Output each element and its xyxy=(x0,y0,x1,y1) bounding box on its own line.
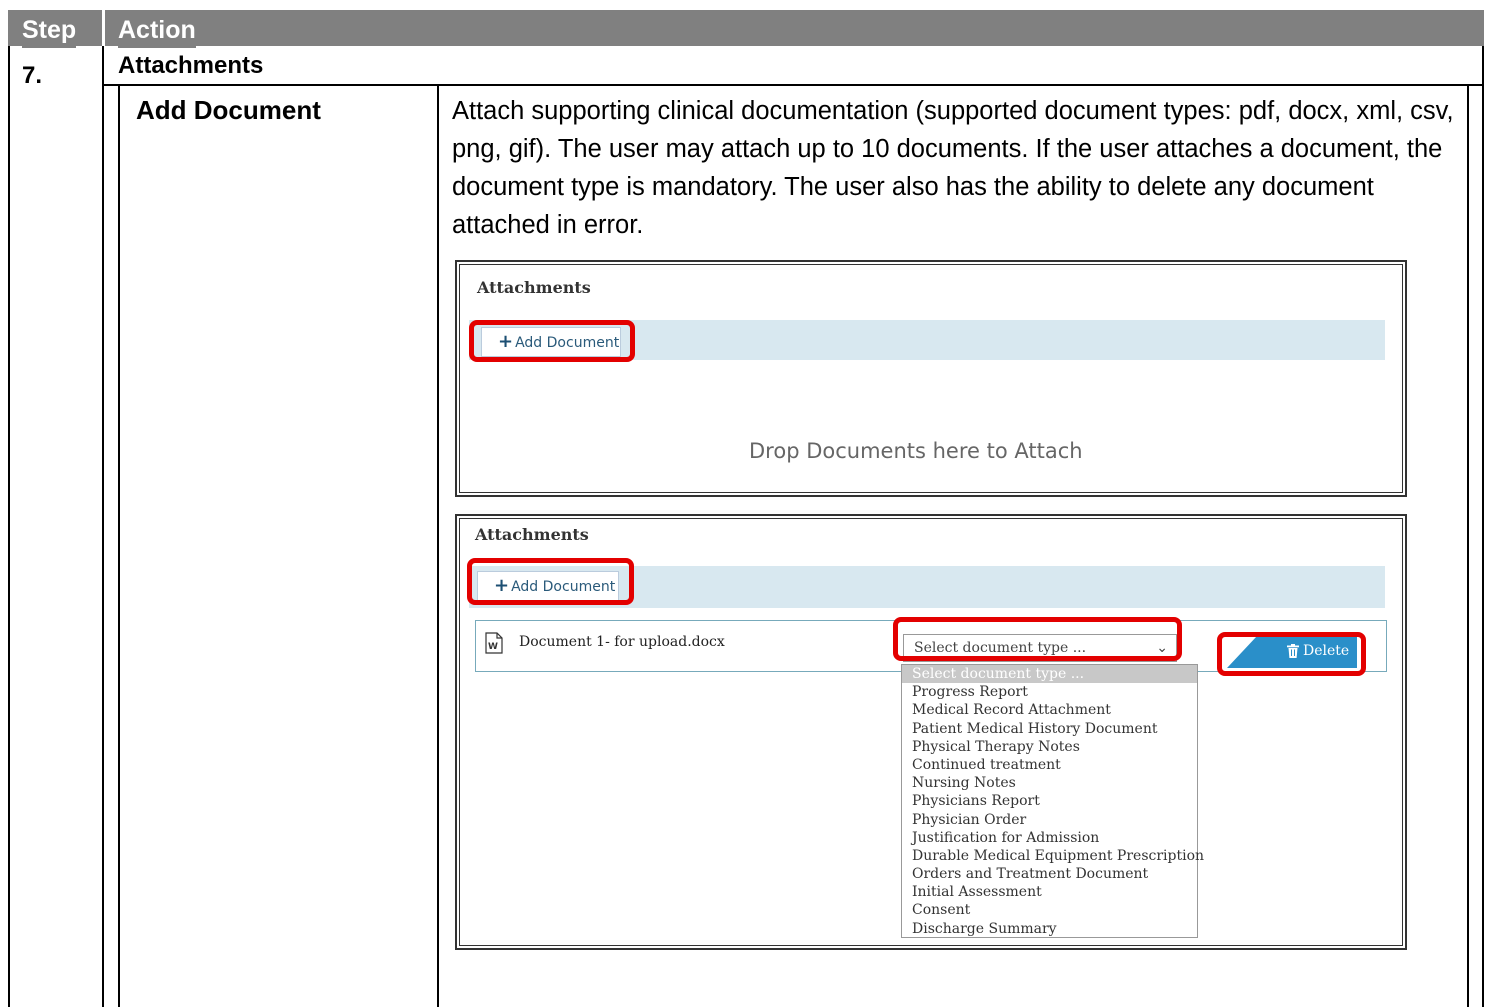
plus-icon: + xyxy=(498,331,514,352)
add-document-button[interactable]: + Add Document xyxy=(477,571,619,601)
word-document-icon: W xyxy=(485,632,503,654)
action-title: Add Document xyxy=(136,95,321,125)
dropdown-option[interactable]: Physicians Report xyxy=(902,792,1197,810)
table-border xyxy=(1467,84,1469,1007)
attachments-title: Attachments xyxy=(477,278,591,297)
add-document-label: Add Document xyxy=(515,335,620,351)
table-border xyxy=(437,84,439,1007)
dropdown-option[interactable]: Medical Record Attachment xyxy=(902,701,1197,719)
dropdown-option[interactable]: Consent xyxy=(902,901,1197,919)
header-action: Action xyxy=(118,12,196,48)
svg-text:W: W xyxy=(488,642,498,652)
delete-button[interactable]: Delete xyxy=(1227,636,1357,668)
dropdown-option[interactable]: Continued treatment xyxy=(902,756,1197,774)
dropdown-option[interactable]: Discharge Summary xyxy=(902,920,1197,938)
dropdown-option[interactable]: Durable Medical Equipment Prescription xyxy=(902,847,1204,865)
table-border xyxy=(102,46,104,1007)
step-number: 7. xyxy=(22,62,43,89)
add-document-button[interactable]: + Add Document xyxy=(481,327,621,357)
dropdown-option[interactable]: Initial Assessment xyxy=(902,883,1197,901)
dropdown-option[interactable]: Patient Medical History Document xyxy=(902,720,1197,738)
dropdown-option[interactable]: Physician Order xyxy=(902,811,1197,829)
attachments-panel-empty: Attachments + Add Document Drop Documents… xyxy=(455,260,1407,497)
attachments-title: Attachments xyxy=(475,525,589,544)
plus-icon: + xyxy=(494,575,510,596)
table-border xyxy=(102,84,1484,86)
add-document-label: Add Document xyxy=(511,579,616,595)
table-border xyxy=(1482,46,1484,1007)
document-type-select-value: Select document type ... xyxy=(914,640,1087,656)
dropdown-option[interactable]: Justification for Admission xyxy=(902,829,1197,847)
header-step: Step xyxy=(22,12,77,48)
drop-zone-text[interactable]: Drop Documents here to Attach xyxy=(749,439,1083,463)
dropdown-option[interactable]: Orders and Treatment Document xyxy=(902,865,1197,883)
dropdown-option[interactable]: Select document type ... xyxy=(902,665,1197,684)
attachments-panel-with-file: Attachments + Add Document W Document 1- … xyxy=(455,514,1407,950)
dropdown-option[interactable]: Nursing Notes xyxy=(902,774,1197,792)
document-type-dropdown: Select document type ... Progress Report… xyxy=(901,664,1204,938)
header-divider xyxy=(102,10,105,46)
document-type-select[interactable]: Select document type ... ⌄ xyxy=(903,634,1177,662)
action-description: Attach supporting clinical documentation… xyxy=(452,97,1454,239)
chevron-down-icon: ⌄ xyxy=(1156,640,1168,656)
table-border xyxy=(118,84,120,1007)
table-header-row xyxy=(8,10,1484,46)
trash-icon xyxy=(1287,644,1299,658)
dropdown-option[interactable]: Physical Therapy Notes xyxy=(902,738,1197,756)
dropdown-option[interactable]: Progress Report xyxy=(902,683,1197,701)
attached-file-name: Document 1- for upload.docx xyxy=(519,634,725,650)
section-title: Attachments xyxy=(118,52,264,79)
table-border xyxy=(8,46,10,1007)
delete-button-label: Delete xyxy=(1303,643,1350,659)
